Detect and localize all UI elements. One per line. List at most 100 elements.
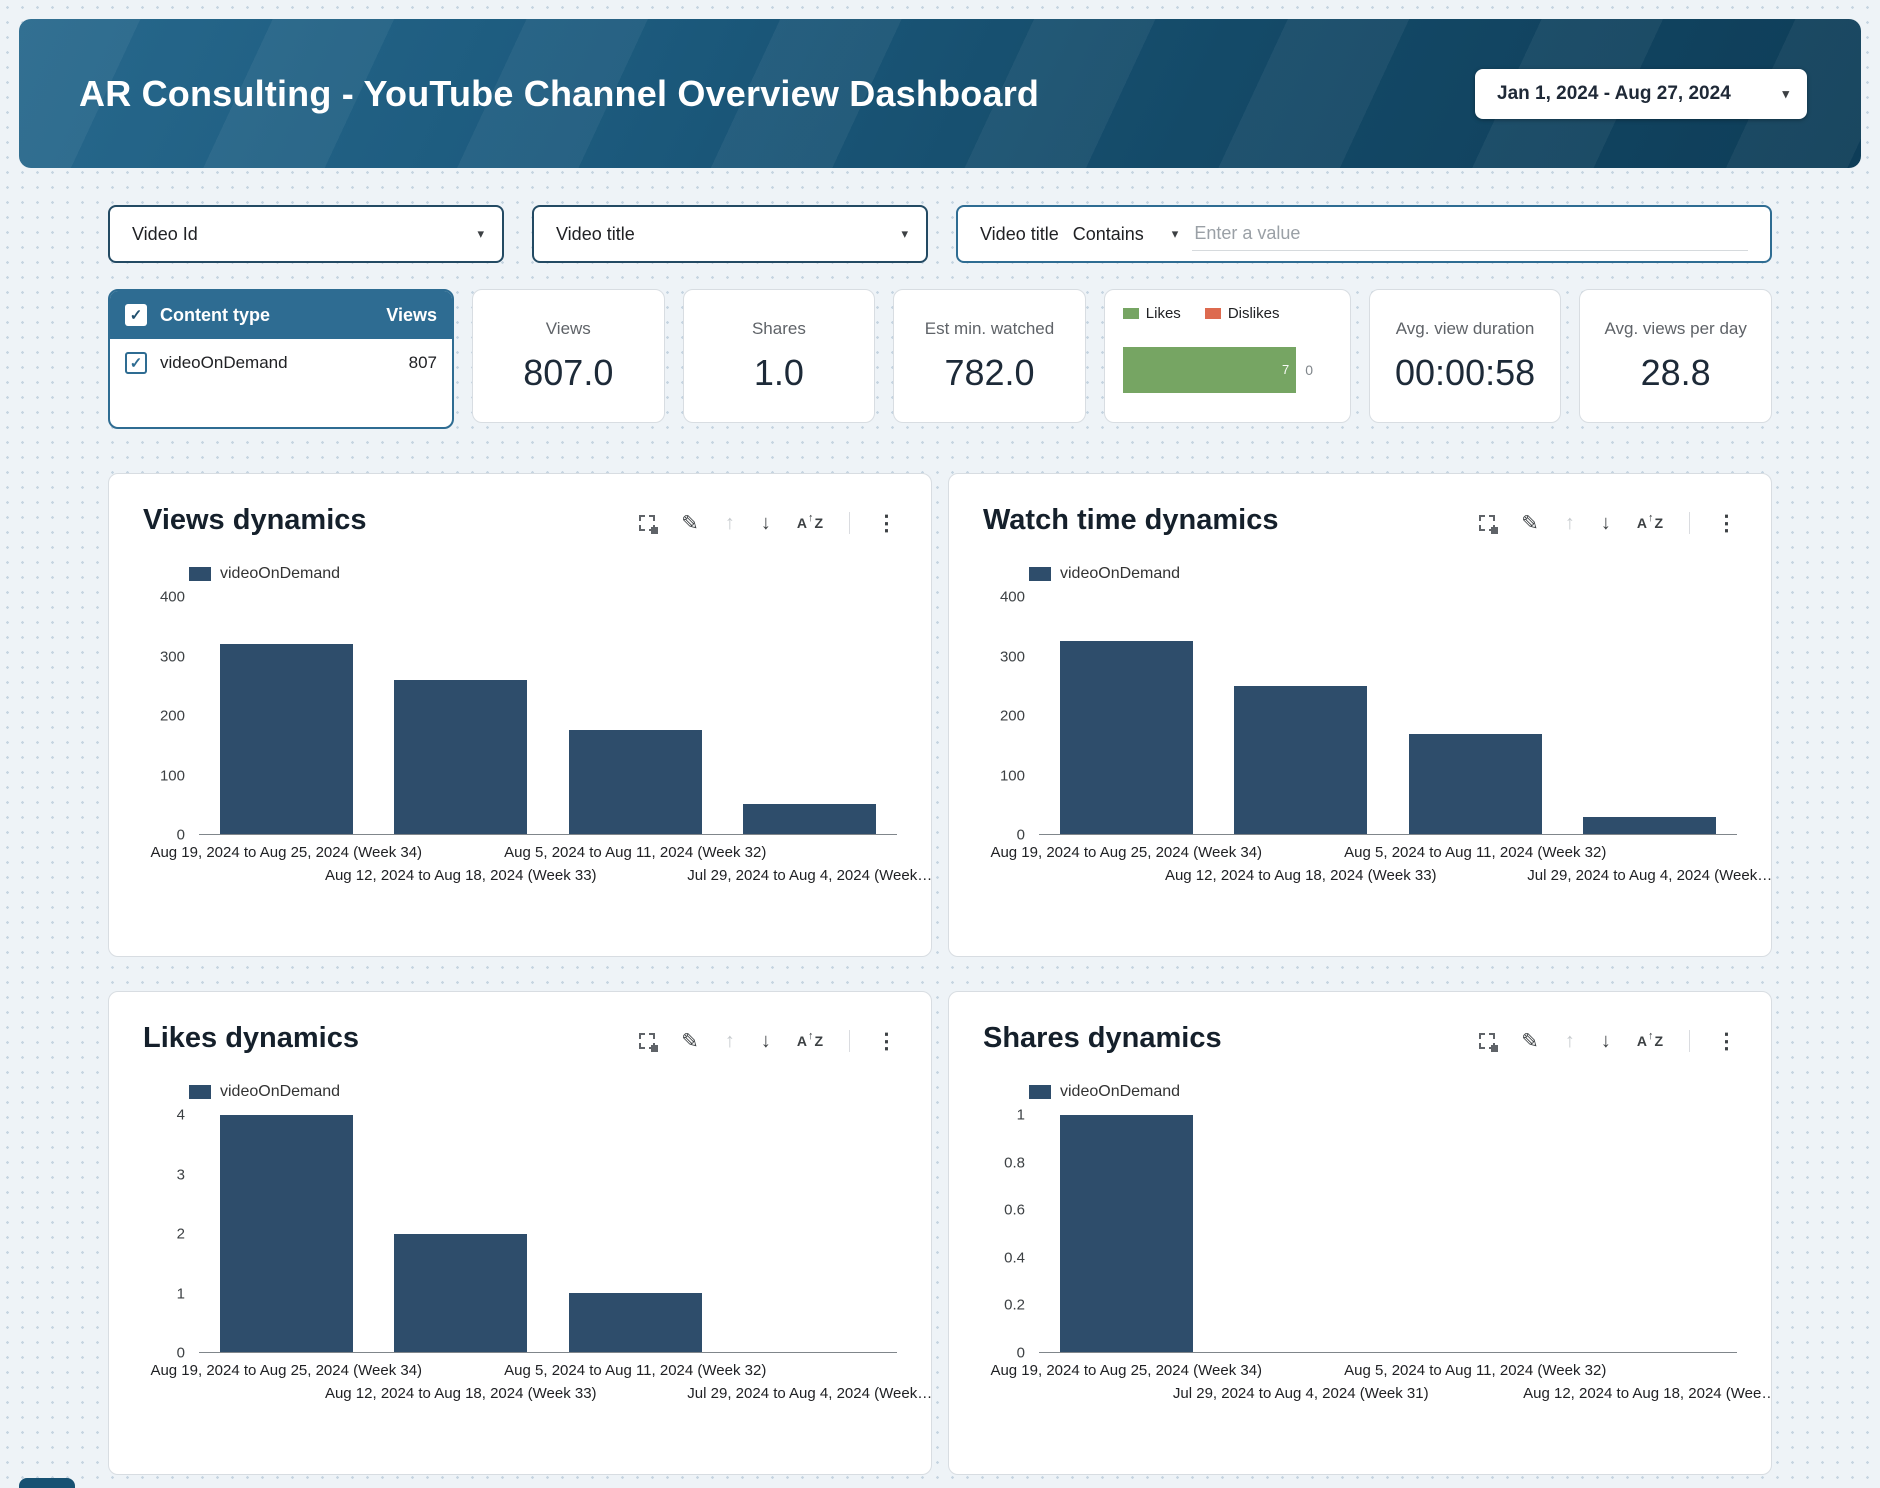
chart-toolbar: ✎ ↑ ↓ A↑Z ⋮ <box>1479 1030 1737 1055</box>
chart-title: Watch time dynamics <box>983 504 1278 537</box>
sort-ascending-icon[interactable]: ↑ <box>725 513 735 533</box>
y-axis: 0100200300400 <box>983 597 1039 835</box>
bar[interactable] <box>1409 734 1542 834</box>
edit-icon[interactable]: ✎ <box>681 1031 699 1052</box>
dashboard-content: Video Id ▾ Video title ▾ Video title Con… <box>108 205 1772 1475</box>
legend-label: videoOnDemand <box>1060 1083 1180 1101</box>
content-type-table-header: ✓ Content type Views <box>110 291 452 339</box>
chart-toolbar: ✎ ↑ ↓ A↑Z ⋮ <box>639 1030 897 1055</box>
bar-slot <box>723 597 898 834</box>
avg-views-per-day-scorecard: Avg. views per day 28.8 <box>1579 289 1772 423</box>
bars-area <box>199 597 897 835</box>
bar[interactable] <box>569 730 702 834</box>
bar[interactable] <box>1060 1115 1193 1352</box>
bar-chart-plot: 00.20.40.60.81 Aug 19, 2024 to Aug 25, 2… <box>983 1115 1737 1411</box>
x-axis-labels: Aug 19, 2024 to Aug 25, 2024 (Week 34)Au… <box>199 835 897 893</box>
legend-swatch <box>1029 1085 1051 1099</box>
sort-descending-icon[interactable]: ↓ <box>1601 513 1611 533</box>
dashboard-page: AR Consulting - YouTube Channel Overview… <box>0 0 1880 1488</box>
filter-value-input[interactable] <box>1192 217 1748 251</box>
select-mode-icon[interactable] <box>639 515 655 531</box>
bar-slot <box>199 597 374 834</box>
y-axis: 0100200300400 <box>143 597 199 835</box>
bar[interactable] <box>1060 641 1193 834</box>
sort-az-icon[interactable]: A↑Z <box>1637 1034 1663 1048</box>
bar[interactable] <box>743 804 876 834</box>
row-checkbox[interactable]: ✓ <box>125 352 147 374</box>
operator-value: Contains <box>1073 224 1144 245</box>
bar[interactable] <box>394 1234 527 1353</box>
sort-descending-icon[interactable]: ↓ <box>1601 1031 1611 1051</box>
content-type-table-row[interactable]: ✓ videoOnDemand 807 <box>110 339 452 387</box>
legend-label: videoOnDemand <box>220 565 340 583</box>
sort-descending-icon[interactable]: ↓ <box>761 513 771 533</box>
select-mode-icon[interactable] <box>639 1033 655 1049</box>
x-axis-label: Aug 12, 2024 to Aug 18, 2024 (Week 33) <box>325 1385 597 1402</box>
x-axis-label: Jul 29, 2024 to Aug 4, 2024 (Week 31) <box>1173 1385 1429 1402</box>
bar-slot <box>548 1115 723 1352</box>
y-axis-tick: 400 <box>160 589 185 606</box>
shares-scorecard: Shares 1.0 <box>683 289 876 423</box>
x-axis-labels: Aug 19, 2024 to Aug 25, 2024 (Week 34)Au… <box>199 1353 897 1411</box>
x-axis-label: Aug 12, 2024 to Aug 18, 2024 (Week 33) <box>325 867 597 884</box>
views-column-header[interactable]: Views <box>386 305 437 326</box>
y-axis: 00.20.40.60.81 <box>983 1115 1039 1353</box>
y-axis-tick: 0.6 <box>1004 1202 1025 1219</box>
filter-row: Video Id ▾ Video title ▾ Video title Con… <box>108 205 1772 263</box>
sort-az-icon[interactable]: A↑Z <box>797 1034 823 1048</box>
likes-bar-row: 7 0 <box>1123 331 1332 408</box>
scorecard-label: Est min. watched <box>925 319 1054 339</box>
bar-chart-plot: 0100200300400 Aug 19, 2024 to Aug 25, 20… <box>143 597 897 893</box>
bar[interactable] <box>220 1115 353 1352</box>
more-options-icon[interactable]: ⋮ <box>876 1031 897 1052</box>
bar[interactable] <box>394 680 527 834</box>
legend-swatch <box>189 1085 211 1099</box>
header-banner: AR Consulting - YouTube Channel Overview… <box>19 19 1861 168</box>
bar[interactable] <box>1234 686 1367 834</box>
contains-operator-dropdown[interactable]: Contains ▾ <box>1073 224 1179 245</box>
bar[interactable] <box>1583 817 1716 834</box>
bar[interactable] <box>220 644 353 834</box>
sort-descending-icon[interactable]: ↓ <box>761 1031 771 1051</box>
x-axis-label: Aug 19, 2024 to Aug 25, 2024 (Week 34) <box>150 844 422 861</box>
more-options-icon[interactable]: ⋮ <box>876 513 897 534</box>
likes-swatch <box>1123 308 1139 319</box>
legend-swatch <box>1029 567 1051 581</box>
chart-toolbar: ✎ ↑ ↓ A↑Z ⋮ <box>1479 512 1737 537</box>
sort-az-icon[interactable]: A↑Z <box>1637 516 1663 530</box>
more-options-icon[interactable]: ⋮ <box>1716 1031 1737 1052</box>
x-axis-label: Aug 5, 2024 to Aug 11, 2024 (Week 32) <box>504 844 766 861</box>
page-title: AR Consulting - YouTube Channel Overview… <box>79 73 1039 115</box>
edit-icon[interactable]: ✎ <box>1521 1031 1539 1052</box>
views-cell: 807 <box>409 353 437 373</box>
scorecard-value: 807.0 <box>523 352 613 394</box>
more-options-icon[interactable]: ⋮ <box>1716 513 1737 534</box>
scorecard-label: Avg. view duration <box>1396 319 1535 339</box>
video-id-filter-dropdown[interactable]: Video Id ▾ <box>108 205 504 263</box>
bars-area <box>1039 1115 1737 1353</box>
scorecard-label: Avg. views per day <box>1604 319 1746 339</box>
likes-bar[interactable]: 7 <box>1123 347 1296 393</box>
edit-icon[interactable]: ✎ <box>1521 513 1539 534</box>
chart-legend: videoOnDemand <box>1029 1083 1737 1101</box>
sort-ascending-icon[interactable]: ↑ <box>725 1031 735 1051</box>
date-range-picker[interactable]: Jan 1, 2024 - Aug 27, 2024 ▾ <box>1475 69 1807 119</box>
caret-down-icon: ▾ <box>1782 86 1789 102</box>
bar-slot <box>548 597 723 834</box>
select-mode-icon[interactable] <box>1479 515 1495 531</box>
edit-icon[interactable]: ✎ <box>681 513 699 534</box>
bar-chart-plot: 01234 Aug 19, 2024 to Aug 25, 2024 (Week… <box>143 1115 897 1411</box>
likes-legend: Likes Dislikes <box>1123 305 1332 322</box>
select-mode-icon[interactable] <box>1479 1033 1495 1049</box>
y-axis-tick: 200 <box>1000 708 1025 725</box>
sort-ascending-icon[interactable]: ↑ <box>1565 1031 1575 1051</box>
sort-ascending-icon[interactable]: ↑ <box>1565 513 1575 533</box>
bar[interactable] <box>569 1293 702 1352</box>
video-title-filter-dropdown[interactable]: Video title ▾ <box>532 205 928 263</box>
bars-area <box>1039 597 1737 835</box>
dislikes-count: 0 <box>1305 362 1313 378</box>
content-type-column-header[interactable]: Content type <box>160 305 270 326</box>
y-axis-tick: 2 <box>177 1226 185 1243</box>
select-all-checkbox[interactable]: ✓ <box>125 304 147 326</box>
sort-az-icon[interactable]: A↑Z <box>797 516 823 530</box>
